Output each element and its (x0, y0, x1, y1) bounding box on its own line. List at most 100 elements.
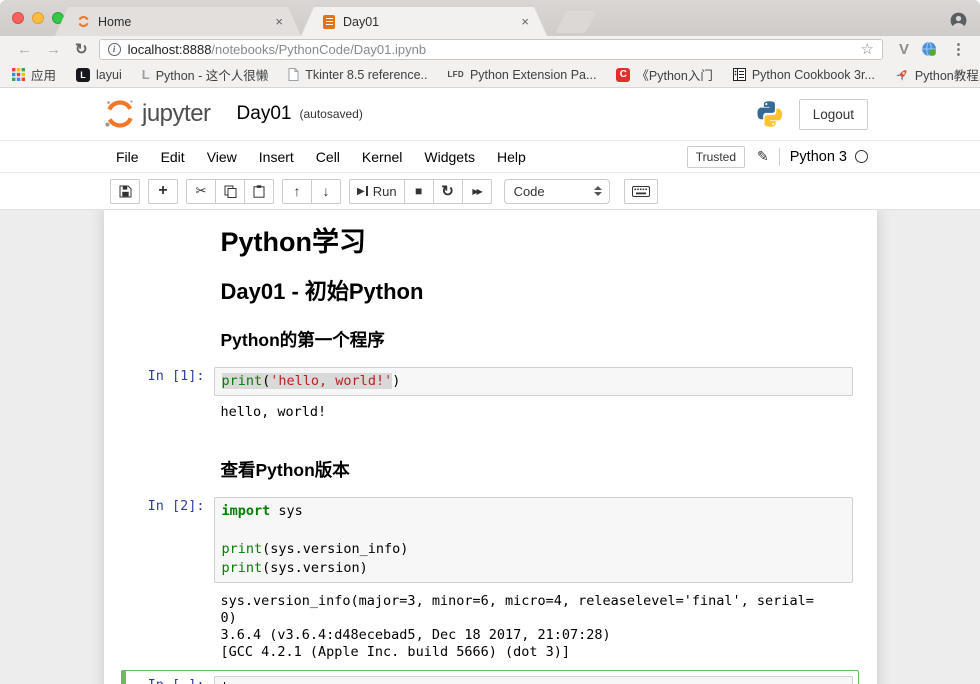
bookmark-python-tutorial[interactable]: Python教程 (895, 65, 979, 84)
notebook-title[interactable]: Day01 (237, 103, 292, 125)
divider (779, 148, 780, 166)
input-prompt: In [2]: (131, 497, 214, 583)
restart-kernel-button[interactable]: ↻ (433, 179, 463, 204)
kernel-idle-icon (855, 150, 868, 163)
move-cell-up-button[interactable]: ↑ (282, 179, 312, 204)
interrupt-kernel-button[interactable]: ■ (404, 179, 434, 204)
heading-day01: Day01 - 初始Python (221, 279, 877, 305)
tab-bar: Home × Day01 × (0, 0, 980, 36)
arrow-up-icon: ↑ (294, 183, 301, 199)
jupyter-wordmark: jupyter (142, 100, 211, 128)
plus-icon: + (158, 182, 167, 200)
menu-insert[interactable]: Insert (248, 149, 305, 165)
copy-button[interactable] (215, 179, 245, 204)
markdown-cell[interactable]: 查看Python版本 (104, 459, 877, 481)
code-cell-2: In [2]: import sys print(sys.version_inf… (104, 491, 877, 661)
tab-label: Day01 (343, 15, 519, 29)
input-prompt: In [1]: (131, 367, 214, 396)
arrow-down-icon: ↓ (323, 183, 330, 199)
csdn-icon: C (616, 68, 630, 82)
bookmark-apps[interactable]: 应用 (12, 65, 56, 84)
notebook-favicon-icon (323, 15, 335, 29)
apps-grid-icon (12, 68, 25, 81)
menu-file[interactable]: File (105, 149, 150, 165)
bookmark-python-intro[interactable]: C 《Python入门 (616, 65, 712, 84)
command-palette-button[interactable] (624, 179, 658, 204)
close-tab-icon[interactable]: × (519, 14, 531, 29)
code-cell-1: In [1]: print('hello, world!') hello, wo… (104, 361, 877, 421)
save-icon (119, 185, 132, 198)
save-button[interactable] (110, 179, 140, 204)
code-input[interactable] (214, 676, 853, 684)
close-tab-icon[interactable]: × (273, 14, 285, 29)
jupyter-logo[interactable] (102, 97, 138, 131)
menu-help[interactable]: Help (486, 149, 537, 165)
autosave-status: (autosaved) (299, 107, 362, 121)
bookmark-python-extension[interactable]: LFD Python Extension Pa... (448, 68, 597, 82)
fast-forward-icon: ▶▶ (472, 187, 480, 196)
menu-view[interactable]: View (196, 149, 248, 165)
minimize-window-icon[interactable] (32, 12, 44, 24)
pencil-icon[interactable]: ✎ (757, 148, 769, 165)
url-path: /notebooks/PythonCode/Day01.ipynb (211, 42, 426, 57)
cell-output: sys.version_info(major=3, minor=6, micro… (104, 591, 877, 661)
extension-v-icon[interactable]: V (891, 41, 917, 58)
bookmarks-bar: 应用 L layui L Python - 这个人很懒 Tkinter 8.5 … (0, 62, 980, 88)
stop-icon: ■ (415, 184, 422, 198)
cut-button[interactable]: ✂ (186, 179, 216, 204)
notebook: Python学习 Day01 - 初始Python Python的第一个程序 I… (104, 210, 877, 684)
menu-widgets[interactable]: Widgets (413, 149, 486, 165)
bookmark-layui[interactable]: L layui (76, 68, 122, 82)
bookmark-python-blog[interactable]: L Python - 这个人很懒 (142, 65, 268, 84)
bookmark-cookbook[interactable]: Python Cookbook 3r... (733, 68, 875, 82)
tab-home[interactable]: Home × (55, 7, 301, 36)
close-window-icon[interactable] (12, 12, 24, 24)
kernel-name: Python 3 (790, 149, 847, 165)
notebook-container: Python学习 Day01 - 初始Python Python的第一个程序 I… (0, 210, 980, 684)
layui-icon: L (76, 68, 90, 82)
bookmark-tkinter[interactable]: Tkinter 8.5 reference.. (288, 68, 427, 82)
page-icon (288, 68, 299, 81)
code-cell-3-selected[interactable]: In [ ]: (121, 670, 859, 684)
heading-python-study: Python学习 (221, 227, 877, 257)
browser-menu-icon[interactable]: ⋮ (941, 40, 970, 58)
paste-button[interactable] (244, 179, 274, 204)
add-cell-button[interactable]: + (148, 179, 178, 204)
select-arrows-icon (594, 186, 602, 196)
refresh-icon[interactable]: ↻ (68, 40, 95, 58)
code-input[interactable]: import sys print(sys.version_info) print… (214, 497, 853, 583)
url-input[interactable]: i localhost:8888 /notebooks/PythonCode/D… (99, 39, 883, 60)
lfd-icon: LFD (448, 70, 464, 79)
notebook-toolbar: + ✂ ↑ ↓ ▶ Run ■ ↻ ▶▶ (0, 173, 980, 210)
run-icon: ▶ (357, 186, 368, 197)
back-icon[interactable]: ← (10, 41, 39, 58)
letter-l-icon: L (142, 67, 150, 82)
address-bar-row: ← → ↻ i localhost:8888 /notebooks/Python… (0, 36, 980, 62)
forward-icon[interactable]: → (39, 41, 68, 58)
extension-globe-icon[interactable] (917, 41, 941, 57)
new-tab-button[interactable] (555, 11, 597, 33)
code-input[interactable]: print('hello, world!') (214, 367, 853, 396)
restart-run-all-button[interactable]: ▶▶ (462, 179, 492, 204)
markdown-cell[interactable]: Day01 - 初始Python (104, 279, 877, 305)
menu-cell[interactable]: Cell (305, 149, 351, 165)
python-logo (755, 99, 785, 129)
move-cell-down-button[interactable]: ↓ (311, 179, 341, 204)
site-info-icon[interactable]: i (108, 43, 121, 56)
heading-check-version: 查看Python版本 (221, 459, 877, 481)
tab-day01[interactable]: Day01 × (301, 7, 547, 36)
url-host: localhost:8888 (128, 42, 212, 57)
logout-button[interactable]: Logout (799, 99, 868, 130)
menu-edit[interactable]: Edit (150, 149, 196, 165)
trusted-badge[interactable]: Trusted (687, 146, 745, 168)
input-prompt: In [ ]: (131, 676, 214, 684)
markdown-cell[interactable]: Python学习 (104, 227, 877, 257)
menu-kernel[interactable]: Kernel (351, 149, 413, 165)
scissors-icon: ✂ (196, 183, 207, 199)
cell-type-select[interactable]: Code (504, 179, 610, 204)
markdown-cell[interactable]: Python的第一个程序 (104, 329, 877, 351)
bookmark-star-icon[interactable]: ☆ (861, 40, 874, 58)
jupyter-favicon-icon (77, 15, 90, 28)
profile-icon[interactable] (949, 11, 968, 35)
run-button[interactable]: ▶ Run (349, 179, 405, 204)
